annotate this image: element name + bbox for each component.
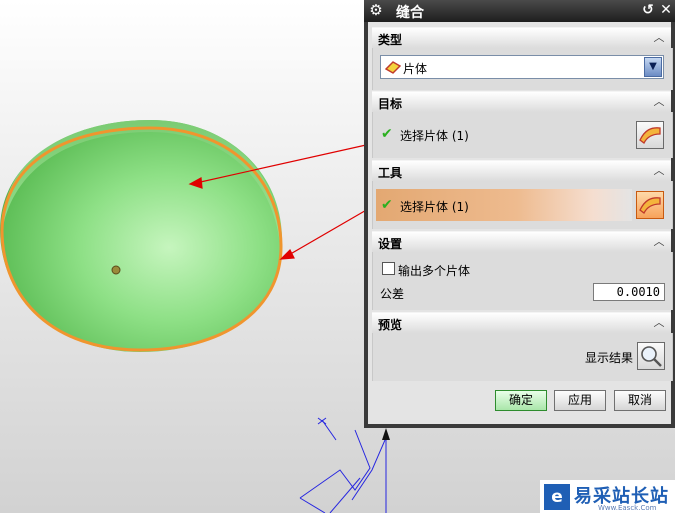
tool-section-header[interactable]: 工具 ︿ [372, 160, 671, 182]
chevron-up-icon[interactable]: ︿ [650, 93, 668, 110]
tool-sheet-select-button[interactable] [636, 191, 664, 219]
watermark: e 易采站长站 Www.Easck.Com [540, 480, 675, 513]
origin-point[interactable] [111, 265, 121, 275]
dome-sheet-body[interactable] [0, 120, 283, 352]
show-result-label: 显示结果 [585, 351, 634, 365]
watermark-url: Www.Easck.Com [598, 504, 657, 512]
preview-section-header[interactable]: 预览 ︿ [372, 312, 671, 334]
sheet-body-icon [639, 127, 661, 144]
close-icon[interactable]: ✕ [658, 2, 674, 19]
wcs-triad [299, 417, 387, 513]
sheet-body-icon [639, 197, 661, 214]
tolerance-input[interactable]: 0.0010 [593, 283, 665, 301]
output-multiple-sheets-checkbox[interactable] [382, 262, 395, 275]
output-multiple-sheets-label: 输出多个片体 [398, 264, 471, 278]
preview-section-title: 预览 [378, 318, 403, 332]
target-select-label[interactable]: 选择片体 (1) [400, 127, 469, 144]
type-section-title: 类型 [378, 33, 403, 47]
chevron-up-icon[interactable]: ︿ [650, 162, 668, 179]
watermark-logo-icon: e [544, 484, 570, 510]
chevron-down-icon[interactable]: ▼ [644, 57, 662, 77]
reset-icon[interactable]: ↺ [640, 2, 656, 19]
settings-section-header[interactable]: 设置 ︿ [372, 231, 671, 253]
checkmark-icon: ✔ [381, 197, 393, 213]
settings-section-title: 设置 [378, 237, 403, 251]
sheet-body-icon [385, 61, 401, 74]
show-result-button[interactable] [637, 342, 665, 370]
target-section-header[interactable]: 目标 ︿ [372, 91, 671, 113]
checkmark-icon: ✔ [381, 126, 393, 142]
ok-button[interactable]: 确定 [495, 390, 547, 411]
settings-section-body [372, 252, 673, 310]
gear-icon[interactable]: ⚙ [368, 2, 384, 18]
axis-arrow-head [382, 428, 390, 440]
chevron-up-icon[interactable]: ︿ [650, 29, 668, 46]
type-select[interactable]: 片体 ▼ [380, 55, 664, 79]
type-select-value: 片体 [403, 62, 428, 76]
chevron-up-icon[interactable]: ︿ [650, 233, 668, 250]
tool-select-label[interactable]: 选择片体 (1) [400, 198, 469, 215]
tool-section-title: 工具 [378, 166, 403, 180]
tolerance-label: 公差 [380, 287, 405, 301]
magnifier-icon [641, 346, 662, 367]
dialog-titlebar[interactable]: ⚙ 缝合 ↺ ✕ [364, 0, 675, 22]
apply-button[interactable]: 应用 [554, 390, 606, 411]
target-section-title: 目标 [378, 97, 403, 111]
dialog-title: 缝合 [396, 5, 424, 21]
type-section-header[interactable]: 类型 ︿ [372, 27, 671, 49]
target-sheet-select-button[interactable] [636, 121, 664, 149]
cancel-button[interactable]: 取消 [614, 390, 666, 411]
chevron-up-icon[interactable]: ︿ [650, 314, 668, 331]
